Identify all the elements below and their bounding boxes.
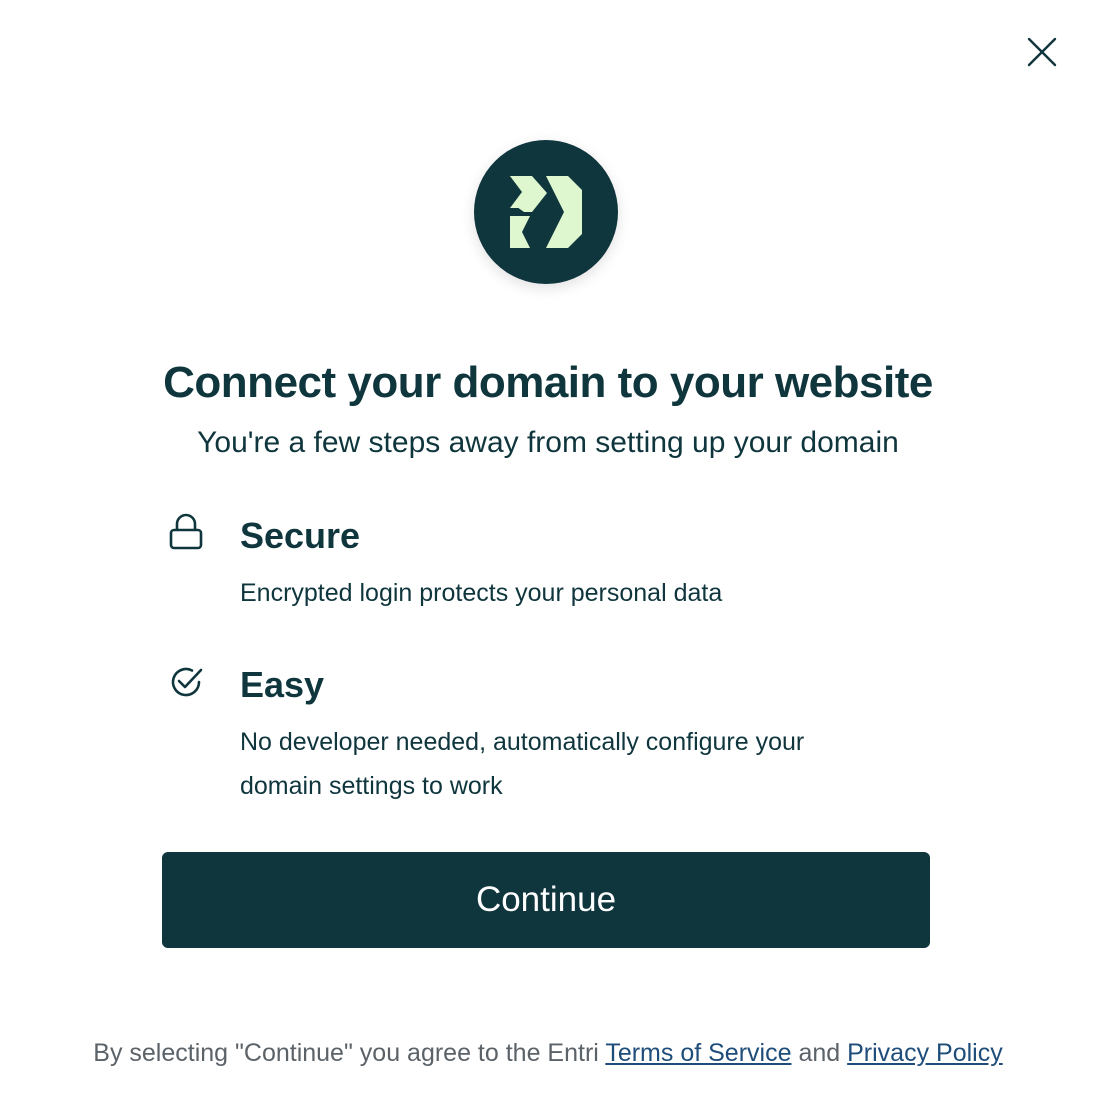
close-icon xyxy=(1027,37,1057,67)
feature-desc-secure: Encrypted login protects your personal d… xyxy=(240,579,723,607)
footer-prefix: By selecting "Continue" you agree to the… xyxy=(93,1039,599,1067)
check-circle-icon xyxy=(168,664,204,700)
footer-conjunction: and xyxy=(798,1039,841,1067)
lock-icon xyxy=(168,513,204,550)
terms-footer: By selecting "Continue" you agree to the… xyxy=(0,1036,1096,1070)
page-subtitle: You're a few steps away from setting up … xyxy=(197,426,899,459)
terms-of-service-link[interactable]: Terms of Service xyxy=(605,1039,791,1067)
feature-desc-easy: No developer needed, automatically confi… xyxy=(240,728,805,800)
entri-logo-icon xyxy=(510,176,582,248)
privacy-policy-link[interactable]: Privacy Policy xyxy=(847,1039,1003,1067)
continue-button[interactable]: Continue xyxy=(162,852,930,948)
feature-title-easy: Easy xyxy=(240,664,325,705)
entri-logo xyxy=(474,140,618,284)
feature-title-secure: Secure xyxy=(240,515,361,556)
close-button[interactable] xyxy=(1022,32,1062,72)
connect-domain-modal: Connect your domain to your website You'… xyxy=(0,0,1096,1094)
page-title: Connect your domain to your website xyxy=(163,358,933,407)
